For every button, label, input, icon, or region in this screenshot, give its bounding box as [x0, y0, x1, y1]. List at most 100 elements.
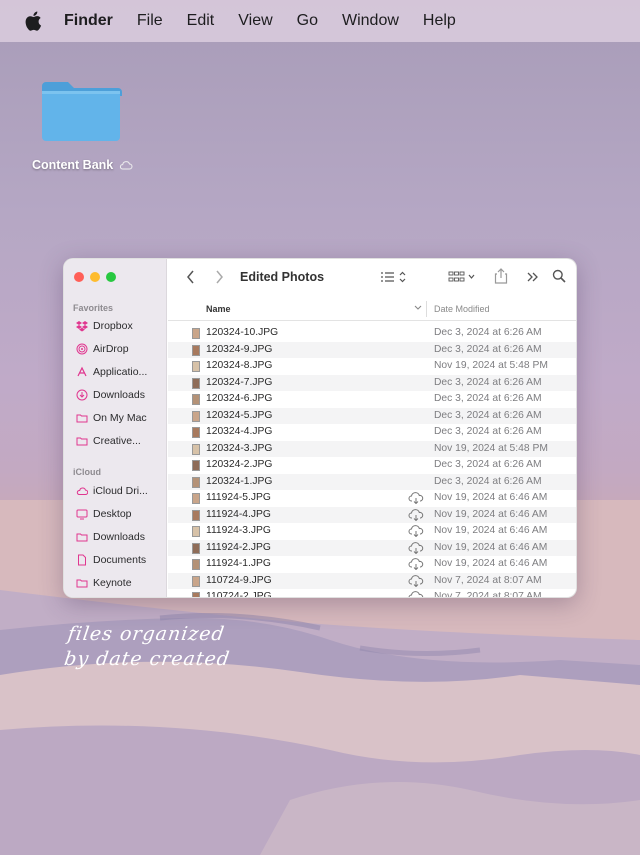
file-browser: Edited Photos Name Date Modified 120324-… — [168, 259, 576, 597]
file-name: 110724-2.JPG — [206, 591, 272, 598]
favorites-header: Favorites — [73, 303, 114, 313]
table-row[interactable]: 120324-4.JPG Dec 3, 2024 at 6:26 AM — [168, 424, 576, 441]
image-thumbnail-icon — [192, 410, 200, 422]
table-row[interactable]: 110724-2.JPG Nov 7, 2024 at 8:07 AM — [168, 589, 576, 598]
list-view-icon[interactable] — [380, 270, 408, 284]
image-thumbnail-icon — [192, 592, 200, 597]
table-row[interactable]: 111924-4.JPG Nov 19, 2024 at 6:46 AM — [168, 506, 576, 523]
table-row[interactable]: 120324-9.JPG Dec 3, 2024 at 6:26 AM — [168, 341, 576, 358]
file-name: 120324-6.JPG — [206, 393, 273, 404]
table-row[interactable]: 111924-2.JPG Nov 19, 2024 at 6:46 AM — [168, 539, 576, 556]
icloud-header: iCloud — [73, 467, 101, 477]
sidebar-item-airdrop[interactable]: AirDrop — [76, 343, 129, 355]
table-row[interactable]: 120324-6.JPG Dec 3, 2024 at 6:26 AM — [168, 391, 576, 408]
file-list: 120324-10.JPG Dec 3, 2024 at 6:26 AM 12032… — [168, 325, 576, 598]
column-name[interactable]: Name — [206, 304, 231, 314]
menu-finder[interactable]: Finder — [64, 12, 113, 30]
group-icon[interactable] — [448, 270, 476, 284]
column-divider[interactable] — [426, 301, 427, 317]
cloud-download-icon[interactable] — [408, 508, 424, 521]
file-date-modified: Dec 3, 2024 at 6:26 AM — [434, 475, 542, 487]
search-icon[interactable] — [552, 269, 566, 283]
traffic-lights — [74, 272, 116, 282]
cloud-download-icon[interactable] — [408, 558, 424, 570]
table-row[interactable]: 120324-7.JPG Dec 3, 2024 at 6:26 AM — [168, 374, 576, 391]
sidebar-item-documents[interactable]: Documents — [76, 554, 146, 566]
cloud-download-icon[interactable] — [408, 492, 424, 504]
image-thumbnail-icon — [192, 443, 200, 455]
file-name: 120324-7.JPG — [206, 376, 273, 388]
cloud-download-icon[interactable] — [408, 574, 424, 587]
desktop-folder-label[interactable]: Content Bank — [32, 158, 133, 172]
sidebar-item-label: Dropbox — [93, 320, 133, 332]
close-button[interactable] — [74, 272, 84, 282]
file-date-modified: Nov 7, 2024 at 8:07 AM — [434, 591, 542, 598]
image-thumbnail-icon — [192, 476, 200, 488]
table-row[interactable]: 120324-3.JPG Nov 19, 2024 at 5:48 PM — [168, 440, 576, 457]
file-date-modified: Nov 19, 2024 at 6:46 AM — [434, 508, 548, 520]
handwritten-caption: files organized by date created — [62, 622, 235, 672]
caption-line-1: files organized — [66, 623, 227, 645]
menu-edit[interactable]: Edit — [187, 12, 215, 30]
sidebar-item-label: Documents — [93, 554, 147, 566]
cloud-download-icon[interactable] — [408, 525, 424, 537]
menu-bar: Finder File Edit View Go Window Help — [0, 0, 640, 42]
menu-go[interactable]: Go — [297, 12, 318, 30]
menu-window[interactable]: Window — [342, 12, 399, 30]
table-row[interactable]: 111924-3.JPG Nov 19, 2024 at 6:46 AM — [168, 523, 576, 540]
sidebar-item-label: On My Mac — [93, 412, 147, 424]
table-row[interactable]: 120324-5.JPG Dec 3, 2024 at 6:26 AM — [168, 407, 576, 424]
file-name: 120324-9.JPG — [206, 343, 273, 355]
column-header: Name Date Modified — [168, 297, 576, 321]
cloud-download-icon[interactable] — [408, 541, 424, 554]
sidebar-item-keynote[interactable]: Keynote — [76, 577, 132, 589]
table-row[interactable]: 120324-10.JPG Dec 3, 2024 at 6:26 AM — [168, 325, 576, 342]
sidebar-item-desktop[interactable]: Desktop — [76, 508, 132, 520]
file-date-modified: Nov 19, 2024 at 5:48 PM — [434, 442, 548, 454]
airdrop-icon — [76, 343, 88, 355]
sidebar-item-on-my-mac[interactable]: On My Mac — [76, 412, 147, 424]
image-thumbnail-icon — [192, 460, 200, 471]
back-chevron-icon[interactable] — [186, 270, 196, 284]
image-thumbnail-icon — [192, 328, 200, 339]
table-row[interactable]: 120324-8.JPG Nov 19, 2024 at 5:48 PM — [168, 358, 576, 375]
table-row[interactable]: 111924-1.JPG Nov 19, 2024 at 6:46 AM — [168, 556, 576, 573]
sidebar-item-downloads[interactable]: Downloads — [76, 389, 145, 401]
table-row[interactable]: 120324-1.JPG Dec 3, 2024 at 6:26 AM — [168, 473, 576, 490]
desktop-folder-icon[interactable] — [40, 78, 124, 144]
folder-icon — [76, 533, 88, 542]
table-row[interactable]: 110724-9.JPG Nov 7, 2024 at 8:07 AM — [168, 572, 576, 589]
menu-view[interactable]: View — [238, 12, 272, 30]
sidebar-item-creative[interactable]: Creative... — [76, 435, 141, 447]
sidebar-item-icloud-downloads[interactable]: Downloads — [76, 531, 145, 543]
file-date-modified: Dec 3, 2024 at 6:26 AM — [434, 409, 542, 421]
table-row[interactable]: 111924-5.JPG Nov 19, 2024 at 6:46 AM — [168, 490, 576, 507]
sidebar-item-icloud-drive[interactable]: iCloud Dri... — [76, 485, 148, 497]
sidebar-item-applications[interactable]: Applicatio... — [76, 366, 147, 378]
minimize-button[interactable] — [90, 272, 100, 282]
sidebar-item-label: Keynote — [93, 577, 132, 589]
cloud-download-icon[interactable] — [408, 591, 424, 598]
forward-chevron-icon[interactable] — [214, 270, 224, 284]
sidebar-item-label: Applicatio... — [93, 366, 148, 378]
file-name: 120324-5.JPG — [206, 409, 273, 421]
sidebar-item-dropbox[interactable]: Dropbox — [76, 320, 133, 332]
menu-file[interactable]: File — [137, 12, 163, 30]
share-icon[interactable] — [494, 268, 508, 284]
file-name: 120324-4.JPG — [206, 426, 273, 437]
apple-logo-icon[interactable] — [24, 11, 42, 31]
file-date-modified: Nov 19, 2024 at 5:48 PM — [434, 360, 548, 371]
file-name: 111924-2.JPG — [206, 541, 271, 553]
sidebar-item-label: AirDrop — [93, 343, 129, 355]
table-row[interactable]: 120324-2.JPG Dec 3, 2024 at 6:26 AM — [168, 457, 576, 474]
toolbar: Edited Photos — [168, 259, 576, 295]
file-name: 120324-10.JPG — [206, 327, 279, 338]
column-date-modified[interactable]: Date Modified — [434, 304, 490, 314]
menu-help[interactable]: Help — [423, 12, 456, 30]
zoom-button[interactable] — [106, 272, 116, 282]
sidebar-item-label: Downloads — [93, 389, 145, 401]
sort-chevron-down-icon[interactable] — [414, 305, 422, 311]
more-chevron-icon[interactable] — [526, 271, 540, 283]
downloads-icon — [76, 389, 88, 401]
file-date-modified: Dec 3, 2024 at 6:26 AM — [434, 426, 542, 437]
